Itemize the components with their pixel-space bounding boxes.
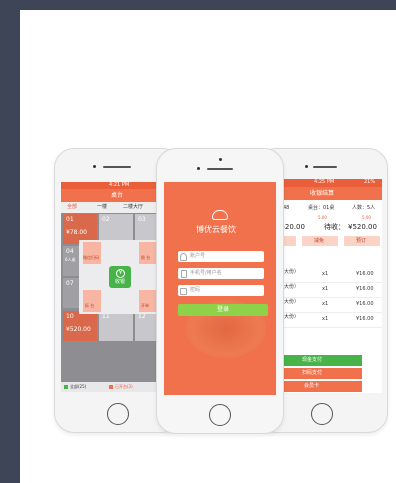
sub-amount-2: 5.00 <box>318 215 327 220</box>
people-count: 人数：5人 <box>352 205 376 211</box>
center-phone: 博优云餐饮 账户号 手机号/用户名 密码 登录 <box>156 148 284 434</box>
yuan-icon: ¥ <box>116 269 125 278</box>
cashier-button[interactable]: ¥ 收银 <box>109 266 131 288</box>
brand-name: 博优云餐饮 <box>196 225 236 234</box>
receivable-label: 待收： <box>324 223 345 231</box>
tab-all[interactable]: 全部 <box>67 205 77 210</box>
cloud-logo-icon <box>212 210 228 220</box>
password-field[interactable]: 密码 <box>178 285 264 296</box>
status-time: 4:25 PM <box>314 179 335 185</box>
lock-icon <box>180 288 187 295</box>
sub-amount-3: 5.00 <box>362 215 371 220</box>
home-button <box>107 403 129 425</box>
page-title: 桌台 <box>111 192 124 199</box>
table-info: 桌台：01桌 <box>308 205 335 211</box>
tab-hall-2[interactable]: 二楼大厅 <box>123 205 143 210</box>
legend-orange-swatch <box>109 385 113 389</box>
account-field[interactable]: 账户号 <box>178 251 264 262</box>
login-button[interactable]: 登录 <box>178 304 268 316</box>
user-icon <box>180 253 187 261</box>
reserve-button[interactable]: 预订 <box>344 236 380 246</box>
home-button <box>209 404 231 426</box>
status-time: 4:21 PM <box>109 182 130 188</box>
open-order-button[interactable]: 开单 <box>139 290 157 312</box>
table-action-popup: 6人桌 微信扫码 换 台 ¥ 收银 拆 台 开单 <box>65 240 161 314</box>
login-screen: 博优云餐饮 账户号 手机号/用户名 密码 登录 <box>164 182 276 395</box>
page-title: 收银结算 <box>310 190 335 197</box>
split-table-button[interactable]: 拆 台 <box>83 290 101 312</box>
table-card[interactable]: 11 <box>99 311 133 341</box>
wechat-scan-button[interactable]: 微信扫码 <box>83 242 101 264</box>
receivable-amount: ¥520.00 <box>348 223 377 231</box>
change-table-button[interactable]: 换 台 <box>139 242 157 264</box>
popup-side-label: 6人桌 <box>65 257 76 262</box>
showcase-canvas: 4:21 PM 桌台 全部 一楼 二楼大厅 01 ¥78.00 02 03 04… <box>20 10 396 483</box>
username-field[interactable]: 手机号/用户名 <box>178 268 264 279</box>
tab-floor-1[interactable]: 一楼 <box>97 205 107 210</box>
phone-icon <box>181 270 187 278</box>
table-card[interactable]: 10 ¥520.00 <box>63 311 97 341</box>
home-button <box>311 403 333 425</box>
reduce-button[interactable]: 减免 <box>302 236 338 246</box>
legend-green-swatch <box>64 385 68 389</box>
status-battery: 21% <box>364 179 376 185</box>
